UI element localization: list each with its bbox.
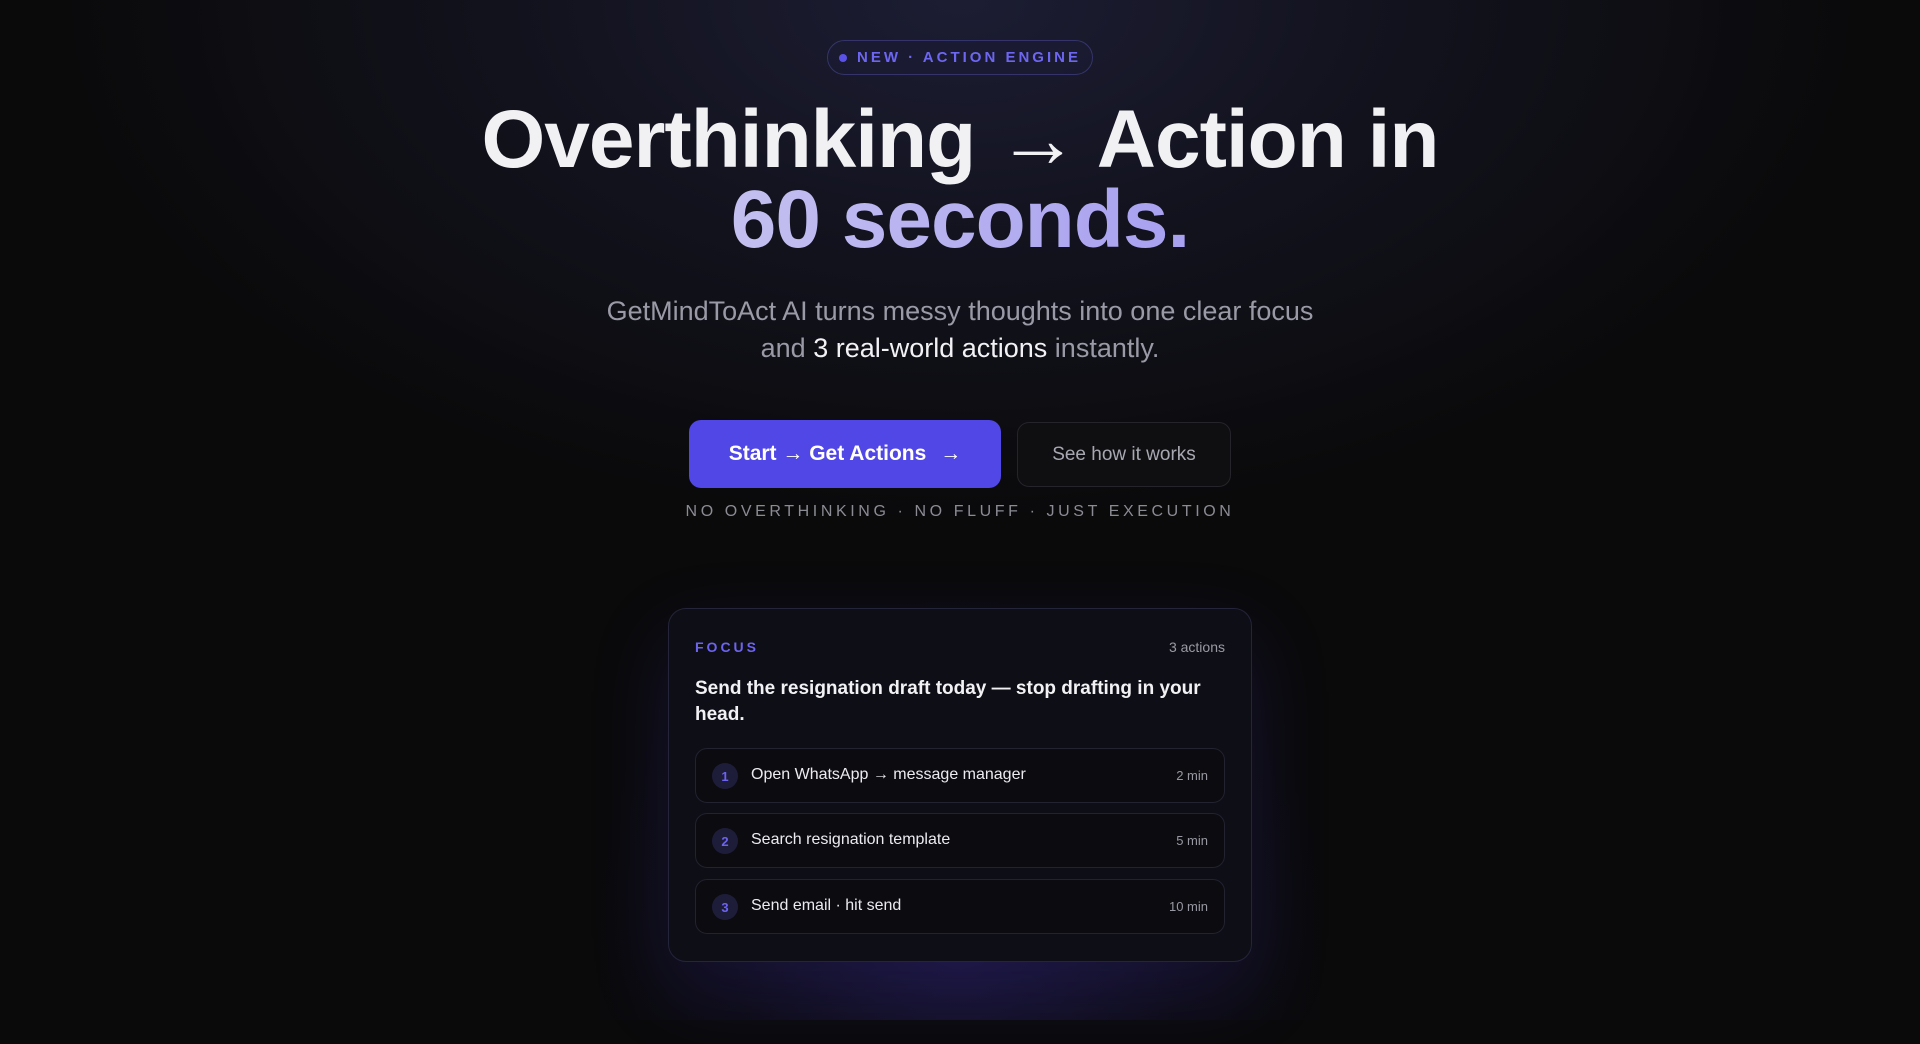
landing-page: NEW · ACTION ENGINE Overthinking → Actio… bbox=[0, 0, 1920, 1044]
subtitle-highlight: 3 real-world actions bbox=[813, 333, 1048, 363]
focus-label: FOCUS bbox=[695, 639, 759, 655]
focus-card: FOCUS 3 actions Send the resignation dra… bbox=[668, 608, 1252, 962]
action-text: Search resignation template bbox=[751, 831, 951, 848]
badge-dot-icon bbox=[839, 53, 848, 62]
actions-count: 3 actions bbox=[1168, 639, 1225, 655]
subtitle-part-2: and bbox=[760, 333, 814, 363]
action-time: 10 min bbox=[1168, 899, 1208, 914]
tagline: NO OVERTHINKING · NO FLUFF · JUST EXECUT… bbox=[685, 503, 1235, 520]
hero-subtitle: GetMindToAct AI turns messy thoughts int… bbox=[460, 293, 1460, 367]
action-time: 2 min bbox=[1176, 768, 1208, 783]
hero-headline: Overthinking → Action in 60 seconds. bbox=[360, 94, 1560, 261]
action-item[interactable]: 3 Send email · hit send 10 min bbox=[695, 879, 1225, 934]
action-number-badge: 2 bbox=[712, 828, 738, 854]
action-time: 5 min bbox=[1176, 833, 1208, 848]
focus-text: Send the resignation draft today — stop … bbox=[695, 678, 1201, 725]
start-get-actions-button[interactable]: Start → Get Actions → bbox=[689, 420, 1001, 488]
action-item[interactable]: 2 Search resignation template 5 min bbox=[695, 813, 1225, 868]
subtitle-part-3: instantly. bbox=[1047, 333, 1160, 363]
headline-line-1: Overthinking → Action in bbox=[481, 94, 1440, 185]
badge-text: NEW · ACTION ENGINE bbox=[857, 49, 1081, 66]
action-text: Open WhatsApp → message manager bbox=[751, 766, 1026, 783]
action-item[interactable]: 1 Open WhatsApp → message manager 2 min bbox=[695, 748, 1225, 803]
subtitle-part-1: GetMindToAct AI turns messy thoughts int… bbox=[606, 296, 1314, 326]
action-number-badge: 3 bbox=[712, 894, 738, 920]
action-text: Send email · hit send bbox=[751, 897, 902, 914]
arrow-right-icon: → bbox=[940, 442, 962, 465]
headline-line-2: 60 seconds. bbox=[360, 179, 1560, 261]
see-how-button-label: See how it works bbox=[1052, 443, 1196, 465]
see-how-it-works-button[interactable]: See how it works bbox=[1017, 422, 1231, 487]
action-number-badge: 1 bbox=[712, 763, 738, 789]
new-badge: NEW · ACTION ENGINE bbox=[827, 40, 1093, 75]
start-button-label: Start → Get Actions bbox=[728, 442, 927, 465]
